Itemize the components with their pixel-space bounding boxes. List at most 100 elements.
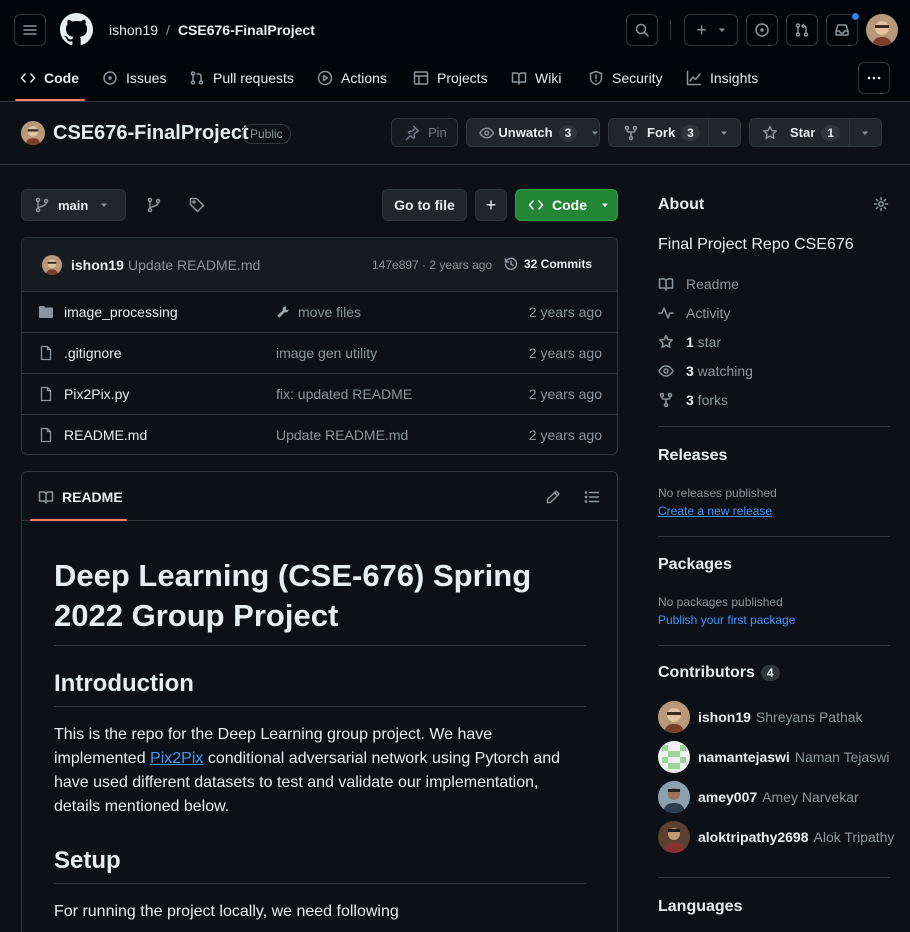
file-commit-message[interactable]: fix: updated README <box>276 386 412 402</box>
sidebar-divider <box>658 536 890 537</box>
file-table: ishon19 Update README.md 147e897 · 2 yea… <box>21 237 618 455</box>
commit-hash-time[interactable]: 147e897 · 2 years ago <box>372 258 492 272</box>
contributor-avatar <box>658 781 690 813</box>
triangle-down-icon[interactable] <box>861 129 869 137</box>
contributor-item[interactable]: amey007 Amey Narvekar <box>658 781 859 813</box>
github-logo-icon[interactable] <box>60 13 93 46</box>
contributors-count: 4 <box>760 665 780 681</box>
issue-opened-icon <box>103 71 117 85</box>
user-avatar[interactable] <box>866 14 898 46</box>
breadcrumb-owner[interactable]: ishon19 <box>109 22 158 38</box>
watching-label: watching <box>693 363 753 379</box>
contributor-login: ishon19 <box>698 709 751 725</box>
contributor-item[interactable]: aloktripathy2698 Alok Tripathy <box>658 821 894 853</box>
repo-forked-icon <box>624 125 638 140</box>
triangle-down-icon <box>602 203 608 207</box>
tags-link[interactable] <box>189 197 205 213</box>
tab-issues[interactable]: Issues <box>102 62 166 94</box>
list-unordered-icon <box>584 491 600 503</box>
tab-wiki[interactable]: Wiki <box>511 62 561 94</box>
readme-heading-introduction: Introduction <box>54 670 586 707</box>
search-button[interactable] <box>626 14 658 46</box>
go-to-file-button[interactable]: Go to file <box>382 189 467 221</box>
file-name[interactable]: README.md <box>64 427 147 443</box>
watching-link[interactable]: 3 watching <box>658 363 753 379</box>
unwatch-button[interactable]: Unwatch 3 <box>466 118 600 147</box>
contributors-heading-row[interactable]: Contributors 4 <box>658 664 780 682</box>
readme-heading-setup: Setup <box>54 847 586 884</box>
tab-code[interactable]: Code <box>20 62 79 94</box>
tab-pull-requests[interactable]: Pull requests <box>189 62 294 94</box>
avatar-icon <box>21 121 45 145</box>
publish-package-link[interactable]: Publish your first package <box>658 613 795 627</box>
repo-title[interactable]: CSE676-FinalProject <box>53 122 249 145</box>
sidebar-divider <box>658 426 890 427</box>
tab-projects-label: Projects <box>437 70 488 86</box>
add-file-button[interactable]: + <box>475 189 507 221</box>
file-commit-message[interactable]: move files <box>276 304 361 320</box>
file-name[interactable]: image_processing <box>64 304 178 320</box>
file-row[interactable]: Pix2Pix.py fix: updated README 2 years a… <box>22 373 618 414</box>
pin-button[interactable]: Pin <box>391 118 458 147</box>
readme-link[interactable]: Readme <box>658 276 739 292</box>
commits-link[interactable]: 32 Commits <box>503 256 592 272</box>
stars-count: 1 <box>686 334 694 350</box>
book-icon <box>511 72 527 85</box>
more-nav-button[interactable] <box>858 62 890 94</box>
outline-button[interactable] <box>584 489 600 505</box>
star-button[interactable]: Star 1 <box>749 118 882 147</box>
hamburger-icon <box>23 25 37 35</box>
contributor-login: amey007 <box>698 789 758 805</box>
branch-select[interactable]: main <box>21 189 126 221</box>
stars-link[interactable]: 1 star <box>658 334 721 350</box>
no-packages-text: No packages published <box>658 595 783 609</box>
create-release-link[interactable]: Create a new release <box>658 504 772 518</box>
tab-projects[interactable]: Projects <box>413 62 488 94</box>
pix2pix-link[interactable]: Pix2Pix <box>150 750 203 767</box>
wrench-icon <box>277 306 289 318</box>
commit-message[interactable]: Update README.md <box>128 257 260 273</box>
contributor-item[interactable]: namantejaswi Naman Tejaswi <box>658 741 890 773</box>
packages-heading[interactable]: Packages <box>658 556 732 574</box>
file-row[interactable]: README.md Update README.md 2 years ago <box>22 414 618 455</box>
plus-icon: + <box>696 19 707 40</box>
avatar-icon <box>658 821 690 853</box>
tab-actions-label: Actions <box>341 70 387 86</box>
file-commit-message[interactable]: image gen utility <box>276 345 377 361</box>
fork-split-divider <box>708 119 709 146</box>
about-settings-button[interactable] <box>873 196 889 212</box>
menu-button[interactable] <box>14 14 46 46</box>
issues-button[interactable] <box>746 14 778 46</box>
contributor-name: Alok Tripathy <box>813 829 895 845</box>
breadcrumb-separator: / <box>166 22 170 38</box>
file-name[interactable]: .gitignore <box>64 345 122 361</box>
readme-tab[interactable]: README <box>38 489 123 505</box>
file-row[interactable]: .gitignore image gen utility 2 years ago <box>22 332 618 373</box>
tag-icon <box>189 197 205 213</box>
tab-insights[interactable]: Insights <box>686 62 758 94</box>
forks-link[interactable]: 3 forks <box>658 392 728 408</box>
repo-owner-avatar[interactable] <box>21 121 45 145</box>
commit-author[interactable]: ishon19 <box>71 257 124 273</box>
contributor-item[interactable]: ishon19 Shreyans Pathak <box>658 701 863 733</box>
edit-readme-button[interactable] <box>545 489 561 505</box>
breadcrumb-repo[interactable]: CSE676-FinalProject <box>178 22 315 38</box>
tab-actions[interactable]: Actions <box>317 62 387 94</box>
pull-requests-button[interactable] <box>786 14 818 46</box>
tab-security[interactable]: Security <box>588 62 663 94</box>
commit-author-avatar[interactable] <box>42 255 62 275</box>
releases-heading[interactable]: Releases <box>658 447 727 465</box>
code-dropdown-button[interactable]: Code <box>515 189 618 221</box>
file-row[interactable]: image_processing move files 2 years ago <box>22 291 618 332</box>
star-label: Star <box>790 125 816 140</box>
file-name[interactable]: Pix2Pix.py <box>64 386 129 402</box>
branches-link[interactable] <box>146 197 162 213</box>
create-new-button[interactable]: + <box>684 14 738 46</box>
activity-link[interactable]: Activity <box>658 305 730 321</box>
git-pull-request-icon <box>795 23 809 37</box>
triangle-down-icon[interactable] <box>720 129 728 137</box>
title-divider <box>0 164 910 165</box>
identicon-icon <box>658 741 690 773</box>
fork-button[interactable]: Fork 3 <box>608 118 741 147</box>
file-commit-message[interactable]: Update README.md <box>276 427 408 443</box>
